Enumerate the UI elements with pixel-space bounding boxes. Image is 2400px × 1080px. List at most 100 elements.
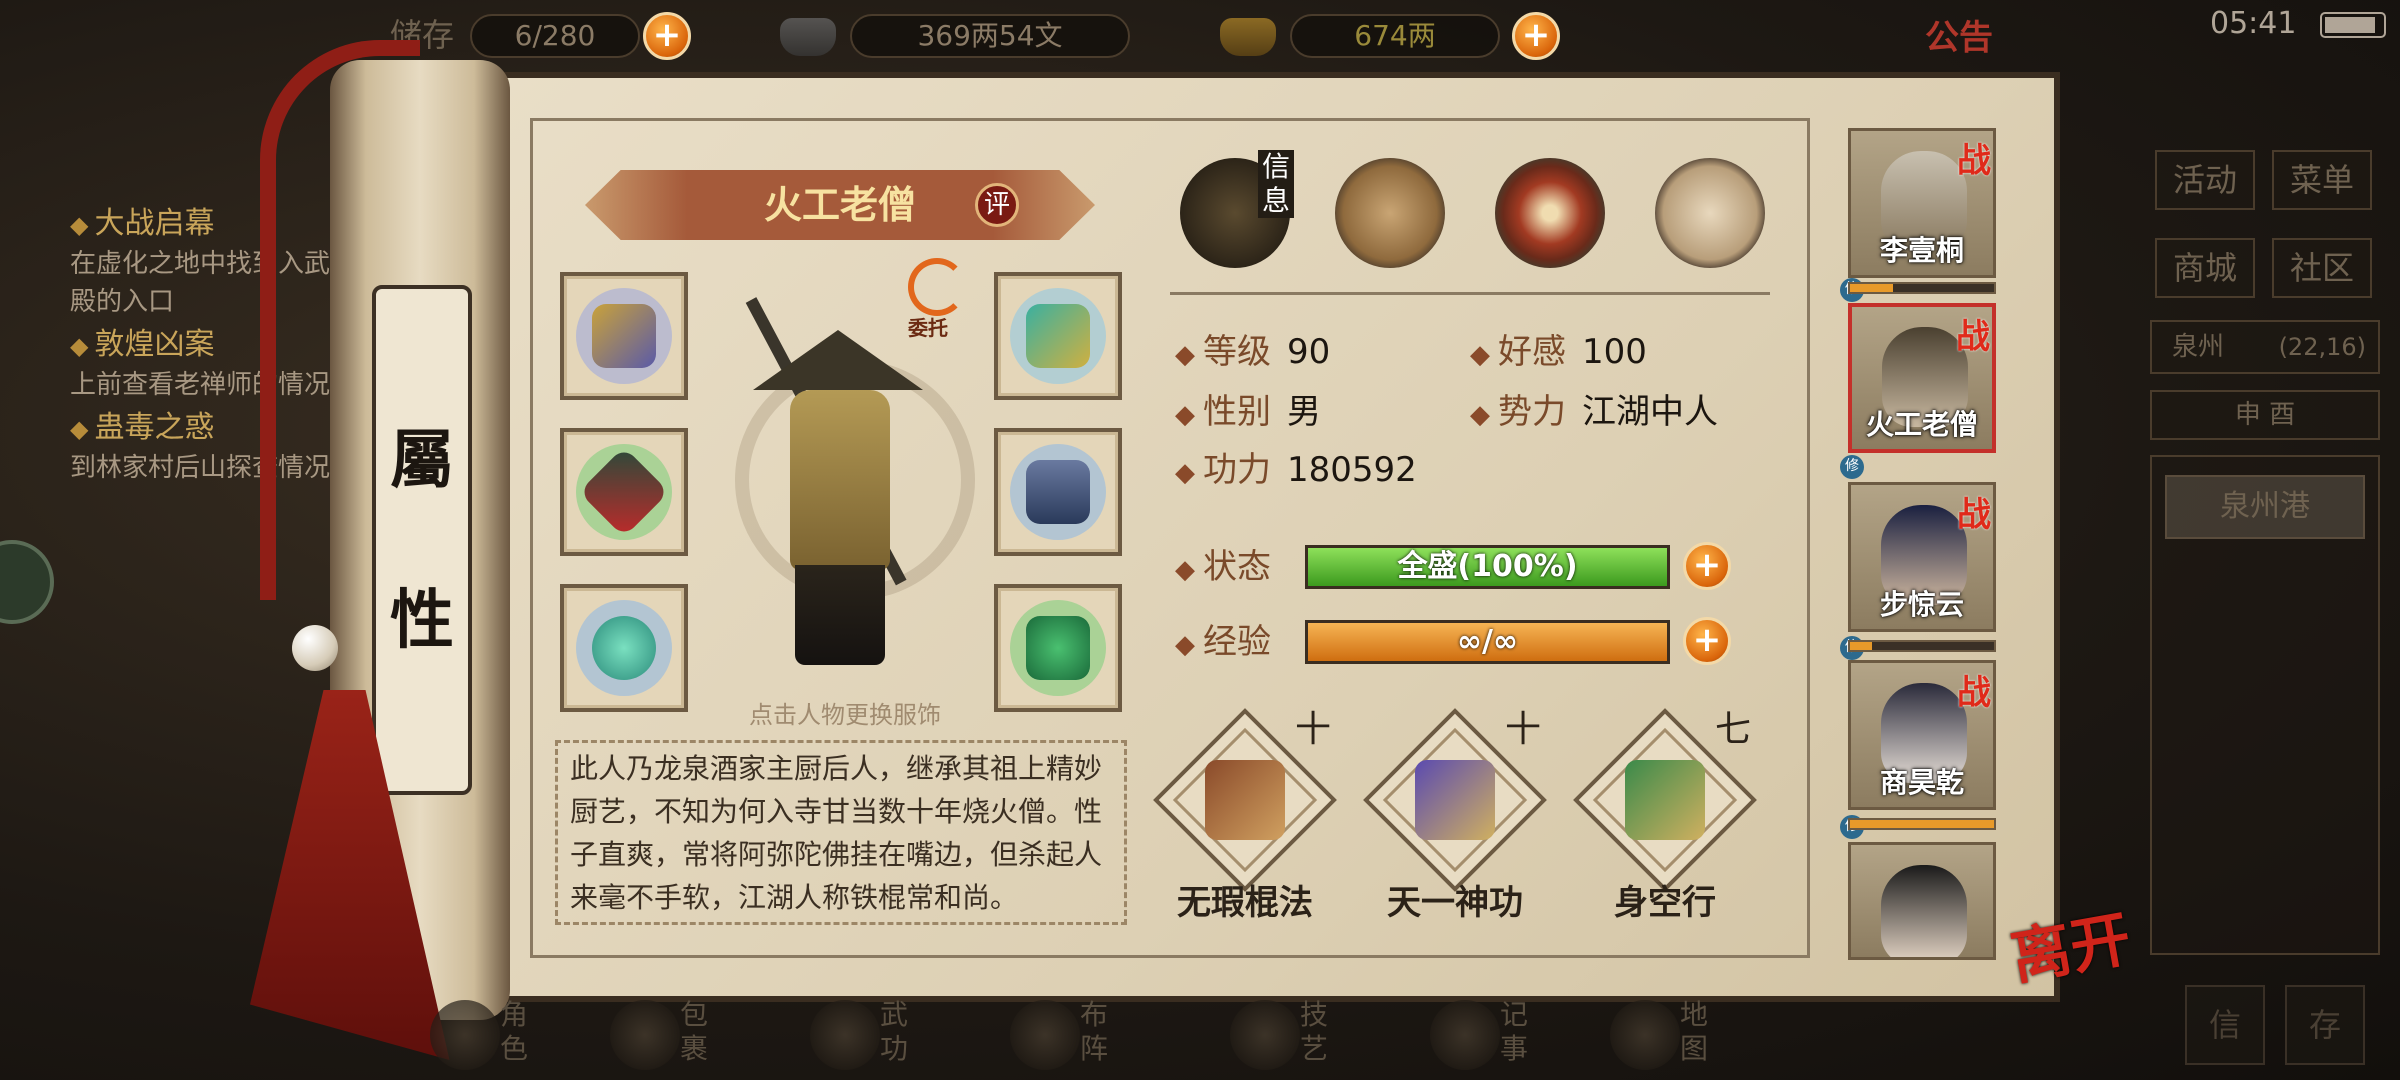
tab-bagua[interactable] (1495, 158, 1605, 268)
battle-tag: 战 (1957, 141, 1991, 181)
tab-info-label: 信息 (1258, 150, 1294, 218)
character-legs (795, 565, 885, 665)
party-member-card[interactable]: 战 步惊云 (1848, 482, 1996, 632)
location-name: 泉州 (2172, 332, 2225, 362)
equip-slot-belt[interactable] (994, 272, 1122, 400)
exp-bar-text: ∞/∞ (1457, 624, 1518, 659)
formation-icon (1010, 1000, 1080, 1070)
battle-tag: 战 (1957, 495, 1991, 535)
costume-hint: 点击人物更换服饰 (749, 701, 941, 729)
nav-label: 布阵 (1080, 998, 1109, 1065)
skill-level: 七 (1715, 709, 1752, 750)
tab-map-scroll[interactable] (1335, 158, 1445, 268)
skill-level: 十 (1505, 709, 1542, 750)
mail-button[interactable]: 信 (2185, 985, 2265, 1065)
character-body (790, 390, 890, 570)
character-bio: 此人乃龙泉酒家主厨后人，继承其祖上精妙厨艺，不知为何入寺甘当数十年烧火僧。性子直… (555, 740, 1127, 925)
stat-power: 功力 180592 (1175, 448, 1417, 495)
stat-value: 90 (1287, 332, 1331, 372)
skill-level: 十 (1295, 709, 1332, 750)
party-member-card[interactable] (1848, 842, 1996, 960)
storage-count: 6/280 (470, 14, 640, 58)
character-name: 火工老僧 (763, 182, 916, 227)
battle-tag: 战 (1957, 673, 1991, 713)
tab-meridians[interactable] (1655, 158, 1765, 268)
stat-label: 好感 (1470, 332, 1566, 372)
gold-ingot-icon (1220, 18, 1276, 56)
skill-scroll-icon (1415, 760, 1495, 840)
gold-amount: 674两 (1290, 14, 1500, 58)
activity-button[interactable]: 活动 (2155, 150, 2255, 210)
nav-label: 地图 (1680, 998, 1709, 1065)
party-member-name: 火工老僧 (1865, 408, 1978, 441)
journal-icon (1430, 1000, 1500, 1070)
stat-faction: 势力江湖中人 (1470, 390, 1718, 437)
party-xp-bar (1848, 282, 1996, 294)
commission-icon[interactable] (908, 258, 966, 316)
stat-value: 100 (1582, 332, 1647, 372)
equip-slot-gloves[interactable] (560, 272, 688, 400)
nav-skills[interactable]: 技艺 (1220, 990, 1360, 1080)
nav-formation[interactable]: 布阵 (1000, 990, 1140, 1080)
silver-amount: 369两54文 (850, 14, 1130, 58)
status-restore-button[interactable]: + (1683, 542, 1731, 590)
equip-slot-weapon[interactable] (560, 428, 688, 556)
nav-journal[interactable]: 记事 (1420, 990, 1560, 1080)
equip-slot-accessory[interactable] (994, 584, 1122, 712)
nav-bag[interactable]: 包裹 (600, 990, 740, 1080)
martial-arts-icon (810, 1000, 880, 1070)
commission-label[interactable]: 委托 (908, 312, 978, 341)
stat-level: 等级 90 (1175, 330, 1330, 377)
battery-icon (2320, 12, 2386, 38)
gold-add-button[interactable]: + (1512, 12, 1560, 60)
skill-name: 无瑕棍法 (1177, 883, 1313, 923)
skill-scroll-icon (1625, 760, 1705, 840)
storage-add-button[interactable]: + (643, 12, 691, 60)
skill-book-icon (1205, 760, 1285, 840)
review-button[interactable]: 评 (975, 183, 1019, 227)
bottom-nav: 角色 包裹 武功 布阵 技艺 记事 地图 (0, 990, 2400, 1080)
nav-label: 包裹 (680, 998, 709, 1065)
stat-label: 势力 (1470, 392, 1566, 432)
nav-character[interactable]: 角色 (420, 990, 560, 1080)
nav-label: 角色 (500, 998, 529, 1065)
nav-martial-arts[interactable]: 武功 (800, 990, 940, 1080)
stat-exp-label: 经验 (1175, 620, 1287, 667)
community-button[interactable]: 社区 (2272, 238, 2372, 298)
skill-name: 天一神功 (1387, 883, 1523, 923)
status-bar: 全盛(100%) (1305, 545, 1670, 589)
party-member-card[interactable]: 战 火工老僧 (1848, 303, 1996, 453)
stat-label: 性别 (1175, 392, 1271, 432)
scroll-cord (260, 40, 420, 600)
nav-map[interactable]: 地图 (1600, 990, 1740, 1080)
party-member-card[interactable]: 战 李壹桐 (1848, 128, 1996, 278)
menu-button[interactable]: 菜单 (2272, 150, 2372, 210)
equip-slot-armor[interactable] (994, 428, 1122, 556)
stat-status-label: 状态 (1175, 545, 1287, 592)
clock: 05:41 (2210, 6, 2297, 41)
jade-accessory-icon (1026, 616, 1090, 680)
ring-icon (592, 616, 656, 680)
stat-label: 功力 (1175, 450, 1271, 490)
port-button[interactable]: 泉州港 (2165, 475, 2365, 539)
tab-divider (1170, 292, 1770, 295)
party-xp-bar (1848, 640, 1996, 652)
party-member-name: 商昊乾 (1879, 766, 1964, 799)
nav-label: 技艺 (1300, 998, 1329, 1065)
exp-add-button[interactable]: + (1683, 617, 1731, 665)
stat-value: 180592 (1287, 450, 1417, 490)
gloves-icon (592, 304, 656, 368)
character-icon (430, 1000, 500, 1070)
belt-icon (1026, 304, 1090, 368)
save-button[interactable]: 存 (2285, 985, 2365, 1065)
stat-label: 经验 (1175, 622, 1271, 662)
equip-slot-ring[interactable] (560, 584, 688, 712)
stat-label: 等级 (1175, 332, 1271, 372)
nav-label: 武功 (880, 998, 909, 1065)
party-xp-fill (1850, 820, 1994, 828)
skill-name: 身空行 (1614, 883, 1716, 923)
party-member-card[interactable]: 战 商昊乾 (1848, 660, 1996, 810)
notice-button[interactable]: 公告 (1925, 10, 1993, 59)
status-bar-text: 全盛(100%) (1397, 549, 1578, 584)
shop-button[interactable]: 商城 (2155, 238, 2255, 298)
